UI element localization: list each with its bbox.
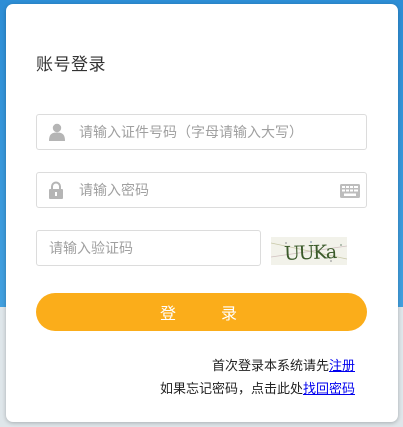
password-field <box>36 172 367 209</box>
password-input[interactable] <box>77 173 331 209</box>
recover-password-link[interactable]: 找回密码 <box>303 382 355 397</box>
lock-icon <box>49 181 63 199</box>
captcha-field <box>36 230 261 267</box>
register-link[interactable]: 注册 <box>329 359 355 374</box>
recover-text: 如果忘记密码，点击此处 <box>159 382 303 397</box>
captcha-input[interactable] <box>47 231 256 267</box>
page-title: 账号登录 <box>36 55 106 75</box>
register-text: 首次登录本系统请先 <box>211 359 329 374</box>
user-icon <box>49 123 65 141</box>
captcha-image[interactable]: UUKa <box>271 237 347 265</box>
captcha-text: UUKa <box>284 241 337 265</box>
keyboard-icon[interactable] <box>340 184 360 198</box>
username-field <box>36 114 367 151</box>
login-card: 账号登录 UUKa <box>6 4 398 422</box>
login-button[interactable]: 登 录 <box>36 293 367 331</box>
recover-prompt: 如果忘记密码，点击此处找回密码 <box>160 378 355 397</box>
register-prompt: 首次登录本系统请先注册 <box>212 355 355 374</box>
username-input[interactable] <box>77 115 366 151</box>
